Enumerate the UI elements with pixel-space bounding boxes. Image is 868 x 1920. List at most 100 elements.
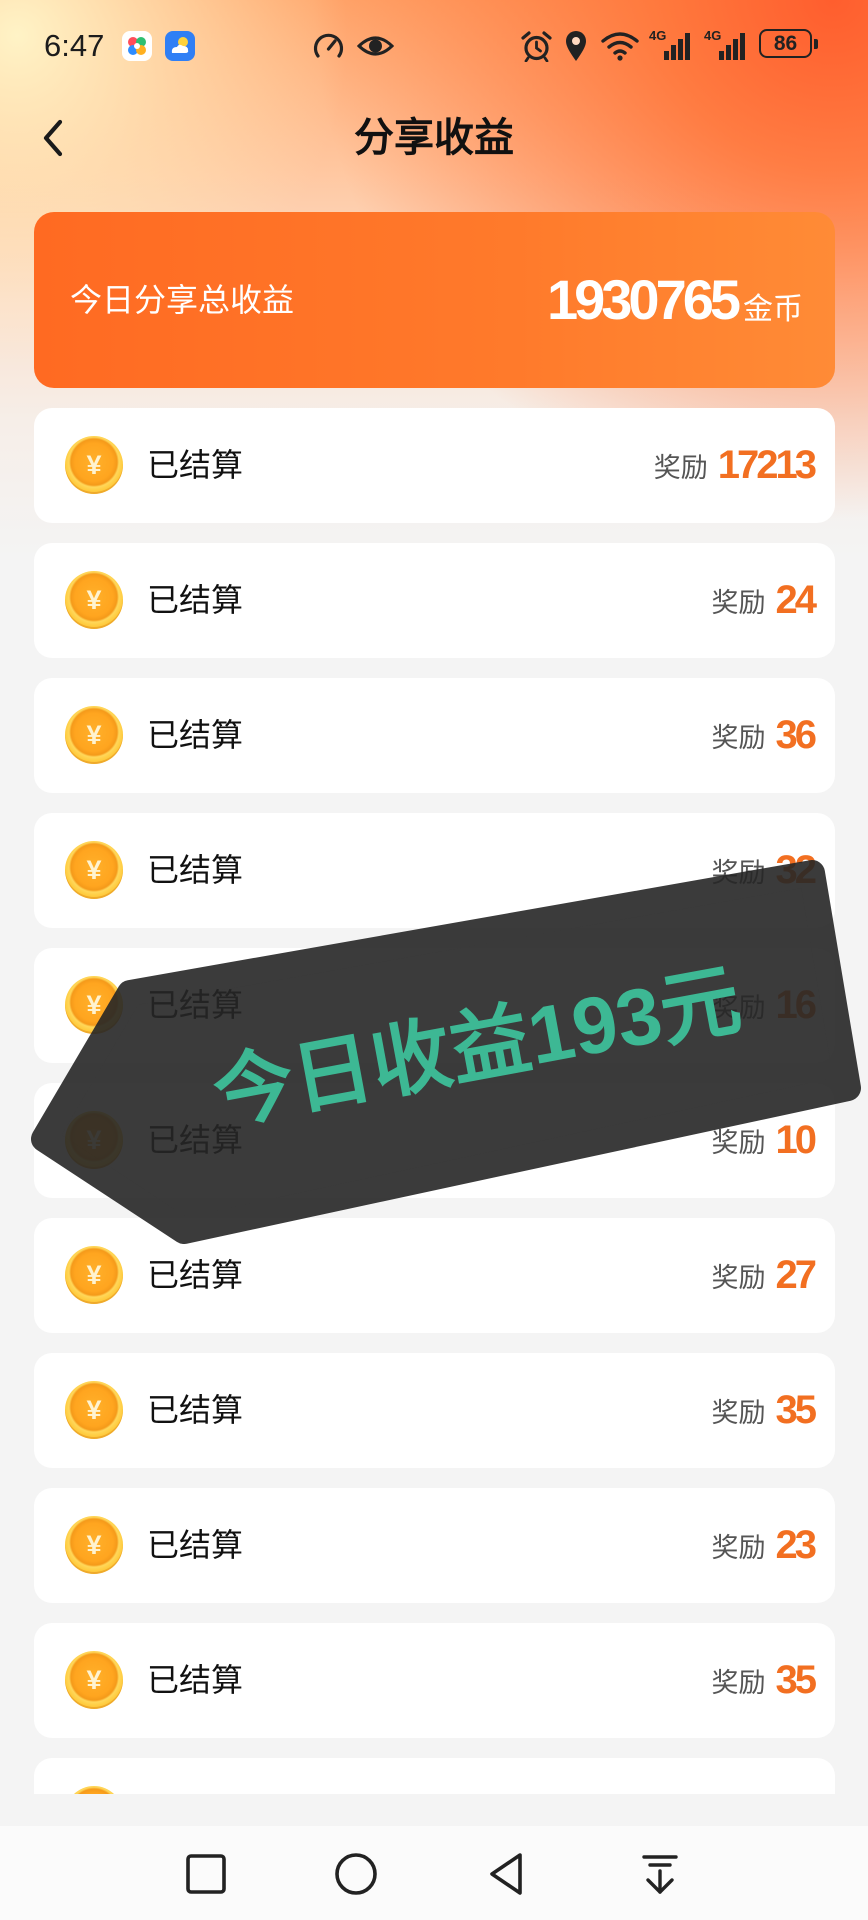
reward-label: 奖励 [711, 1263, 766, 1293]
reward-label: 奖励 [711, 1533, 766, 1563]
record-row: ¥ 已结算 奖励 16 [34, 948, 835, 1063]
reward-label: 奖励 [711, 1398, 766, 1428]
gold-coin-icon: ¥ [65, 1246, 123, 1304]
record-reward: 奖励 10 [711, 1083, 817, 1198]
record-status: 已结算 [147, 1662, 244, 1698]
record-row: ¥ 已结算 奖励 35 [34, 1623, 835, 1738]
home-button[interactable] [332, 1850, 380, 1898]
gold-coin-icon: ¥ [65, 841, 123, 899]
page-title: 分享收益 [354, 116, 514, 160]
record-status: 已结算 [147, 1392, 244, 1428]
today-earnings-label: 今日分享总收益 [70, 282, 295, 318]
record-reward: 奖励 17213 [653, 408, 817, 523]
reward-label: 奖励 [711, 723, 766, 753]
battery-level: 86 [759, 29, 812, 58]
battery-icon: 86 [759, 29, 821, 61]
gold-coin-icon: ¥ [65, 976, 123, 1034]
record-row: ¥ 已结算 奖励 27 [34, 1218, 835, 1333]
notification-pulldown-icon [642, 1855, 678, 1894]
coin-yen-symbol: ¥ [86, 990, 102, 1020]
record-row: ¥ 已结算 奖励 32 [34, 813, 835, 928]
record-row: ¥ 已结算 奖励 23 [34, 1488, 835, 1603]
recent-apps-icon [186, 1854, 226, 1894]
record-reward: 奖励 27 [711, 1218, 817, 1333]
reward-label: 奖励 [711, 1128, 766, 1158]
coin-yen-symbol: ¥ [86, 1530, 102, 1560]
coin-yen-symbol: ¥ [86, 1395, 102, 1425]
today-earnings-amount: 1930765 [546, 268, 741, 331]
notification-pulldown-button[interactable] [636, 1850, 684, 1898]
signal-icon: 4G [704, 29, 747, 61]
gold-coin-icon: ¥ [65, 1516, 123, 1574]
reward-value: 35 [775, 1658, 817, 1702]
gold-coin-icon: ¥ [65, 1786, 123, 1794]
coin-yen-symbol: ¥ [86, 585, 102, 615]
today-earnings-unit: 金币 [743, 293, 803, 326]
nav-back-button[interactable] [483, 1850, 531, 1898]
record-row: ¥ 已结算 奖励 10 [34, 1083, 835, 1198]
record-reward: 奖励 35 [711, 1623, 817, 1738]
speedometer-icon [312, 31, 345, 61]
record-row: ¥ 已结算 奖励 36 [34, 678, 835, 793]
coin-yen-symbol: ¥ [86, 1665, 102, 1695]
back-icon [490, 1853, 522, 1895]
app-icon [122, 31, 152, 61]
record-status: 已结算 [147, 717, 244, 753]
system-navigation-bar [0, 1826, 868, 1920]
gold-coin-icon: ¥ [65, 436, 123, 494]
reward-label: 奖励 [711, 858, 766, 888]
gold-coin-icon: ¥ [65, 706, 123, 764]
reward-value: 10 [775, 1118, 817, 1162]
battery-nub [814, 39, 818, 49]
alarm-icon [520, 30, 553, 62]
coin-yen-symbol: ¥ [65, 1786, 123, 1794]
reward-value: 23 [775, 1523, 817, 1567]
record-row: ¥ 已结算 奖励 17213 [34, 408, 835, 523]
reward-label: 奖励 [711, 1668, 766, 1698]
record-reward: 奖励 23 [711, 1488, 817, 1603]
gold-coin-icon: ¥ [65, 1651, 123, 1709]
gold-coin-icon: ¥ [65, 1111, 123, 1169]
record-reward: 奖励 24 [711, 543, 817, 658]
reward-label: 奖励 [653, 453, 708, 483]
eye-icon [357, 33, 394, 59]
reward-value: 36 [775, 713, 817, 757]
gold-coin-icon: ¥ [65, 571, 123, 629]
reward-label: 奖励 [711, 588, 766, 618]
location-icon [565, 30, 587, 62]
record-reward: 奖励 32 [711, 813, 817, 928]
coin-yen-symbol: ¥ [86, 1260, 102, 1290]
record-status: 已结算 [147, 987, 244, 1023]
reward-value: 27 [775, 1253, 817, 1297]
gold-coin-icon: ¥ [65, 1381, 123, 1439]
recent-apps-button[interactable] [182, 1850, 230, 1898]
coin-yen-symbol: ¥ [86, 1125, 102, 1155]
record-status: 已结算 [147, 1122, 244, 1158]
today-earnings-amount-group: 1930765 金币 [547, 270, 803, 330]
wifi-icon [600, 31, 640, 61]
record-status: 已结算 [147, 582, 244, 618]
signal-icon: 4G [649, 29, 692, 61]
weather-app-icon [165, 31, 195, 61]
record-row-partial: ¥ [34, 1758, 835, 1794]
coin-yen-symbol: ¥ [86, 855, 102, 885]
record-status: 已结算 [147, 447, 244, 483]
reward-value: 32 [775, 848, 817, 892]
reward-value: 17213 [717, 443, 817, 487]
today-earnings-card: 今日分享总收益 1930765 金币 [34, 212, 835, 388]
earnings-record-list[interactable]: ¥ 已结算 奖励 17213 ¥ 已结算 奖励 24 ¥ 已结算 奖励 36 ¥… [34, 408, 835, 1794]
home-icon [335, 1853, 377, 1895]
record-row: ¥ 已结算 奖励 35 [34, 1353, 835, 1468]
coin-yen-symbol: ¥ [86, 720, 102, 750]
record-reward: 奖励 35 [711, 1353, 817, 1468]
record-reward: 奖励 16 [711, 948, 817, 1063]
record-row: ¥ 已结算 奖励 24 [34, 543, 835, 658]
reward-value: 24 [775, 578, 817, 622]
record-status: 已结算 [147, 1257, 244, 1293]
record-status: 已结算 [147, 1527, 244, 1563]
reward-value: 35 [775, 1388, 817, 1432]
coin-yen-symbol: ¥ [86, 450, 102, 480]
record-reward: 奖励 36 [711, 678, 817, 793]
reward-label: 奖励 [711, 993, 766, 1023]
status-time: 6:47 [44, 28, 105, 63]
